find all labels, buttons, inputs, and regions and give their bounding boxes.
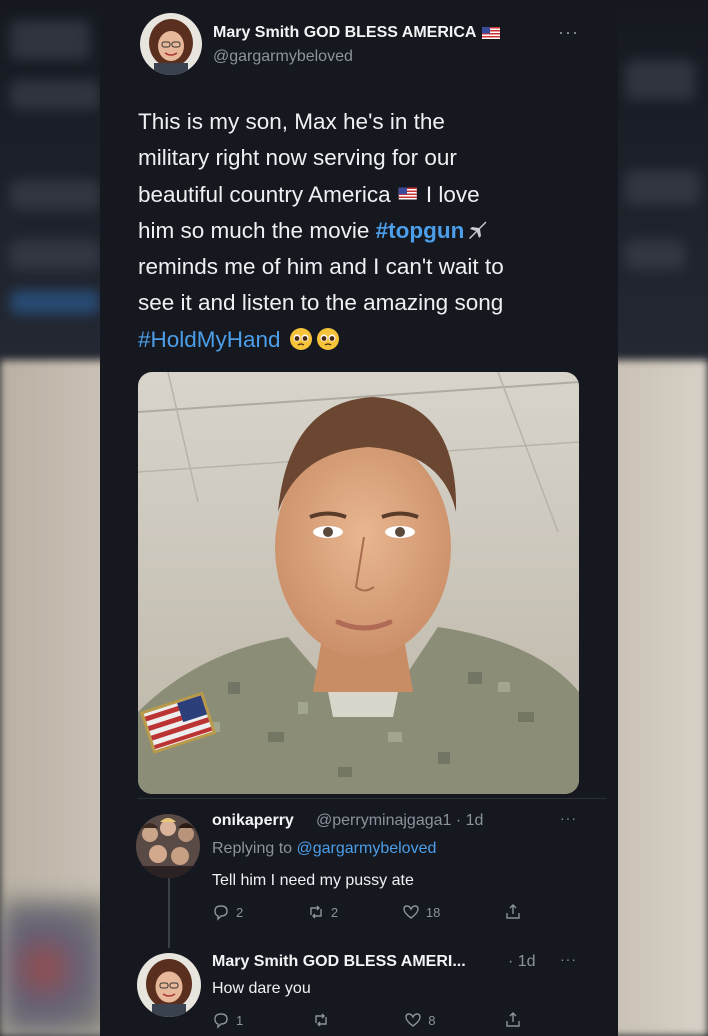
tweet-line-text: I love bbox=[419, 181, 480, 207]
tweet-line: see it and listen to the amazing song bbox=[138, 290, 504, 316]
like-button[interactable]: 18 bbox=[402, 903, 440, 921]
retweet-count: 2 bbox=[330, 904, 339, 920]
tweet-line: military right now serving for our bbox=[138, 145, 457, 171]
tweet-text: This is my son, Max he's in the military… bbox=[138, 104, 588, 358]
reply-button[interactable]: 2 bbox=[212, 903, 243, 921]
reply-count: 2 bbox=[236, 904, 244, 920]
reply-time[interactable]: · 1d bbox=[508, 953, 536, 971]
like-count: 18 bbox=[425, 904, 441, 920]
hashtag-link[interactable]: #HoldMyHand bbox=[138, 327, 281, 352]
tweet-line: #HoldMyHand bbox=[138, 322, 588, 358]
divider bbox=[138, 798, 606, 799]
display-name[interactable]: Mary Smith GOD BLESS AMERICA bbox=[213, 24, 501, 42]
heart-icon bbox=[405, 1013, 421, 1027]
hashtag-link[interactable]: #topgun bbox=[376, 218, 465, 243]
reply-button[interactable]: 1 bbox=[212, 1011, 243, 1029]
tweet-line: This is my son, Max he's in the bbox=[138, 109, 445, 134]
like-button[interactable]: 8 bbox=[404, 1011, 435, 1029]
reply-count: 1 bbox=[236, 1012, 244, 1028]
reply-icon bbox=[214, 1013, 228, 1029]
handle[interactable]: @gargarmybeloved bbox=[213, 48, 353, 66]
thread-line bbox=[168, 878, 170, 948]
reply-actions: 2 2 18 bbox=[212, 903, 522, 921]
reply-display-name[interactable]: Mary Smith GOD BLESS AMERI... bbox=[212, 953, 466, 971]
like-count: 8 bbox=[428, 1012, 436, 1028]
retweet-button[interactable]: 2 bbox=[307, 903, 338, 921]
tweet-line: him so much the movie #topgun bbox=[138, 213, 588, 249]
replying-prefix: Replying to bbox=[212, 840, 297, 857]
heart-icon bbox=[403, 905, 419, 919]
share-button[interactable] bbox=[504, 903, 522, 921]
reply-display-name[interactable]: onikaperry bbox=[212, 812, 294, 830]
pleading-face-icon bbox=[289, 327, 312, 350]
avatar[interactable] bbox=[136, 814, 200, 878]
us-flag-icon bbox=[398, 187, 417, 200]
replying-to: Replying to @gargarmybeloved bbox=[212, 840, 436, 858]
retweet-icon bbox=[315, 1013, 327, 1027]
reply-text: Tell him I need my pussy ate bbox=[212, 872, 414, 889]
retweet-icon bbox=[310, 905, 322, 919]
tweet-line: reminds me of him and I can't wait to bbox=[138, 254, 504, 280]
share-button[interactable] bbox=[504, 1011, 522, 1029]
share-icon bbox=[506, 1012, 520, 1027]
airplane-icon bbox=[469, 221, 487, 239]
more-options-icon[interactable]: ··· bbox=[560, 810, 577, 826]
more-options-icon[interactable]: ··· bbox=[558, 22, 579, 43]
reply-handle-time[interactable]: @perryminajgaga1 · 1d bbox=[316, 812, 483, 830]
replying-to-link[interactable]: @gargarmybeloved bbox=[297, 840, 437, 857]
us-flag-icon bbox=[482, 26, 501, 39]
avatar[interactable] bbox=[140, 13, 202, 75]
pleading-face-icon bbox=[316, 327, 339, 350]
reply-actions: 1 8 bbox=[212, 1011, 522, 1029]
tweet-line-text: him so much the movie bbox=[138, 217, 376, 243]
retweet-button[interactable] bbox=[312, 1011, 336, 1029]
tweet-line-text: beautiful country America bbox=[138, 181, 391, 207]
share-icon bbox=[506, 904, 520, 919]
tweet-image[interactable] bbox=[138, 372, 579, 794]
tweet-line: beautiful country America I love bbox=[138, 177, 588, 213]
reply-text: How dare you bbox=[212, 980, 311, 997]
more-options-icon[interactable]: ··· bbox=[560, 951, 577, 967]
avatar[interactable] bbox=[137, 953, 201, 1017]
display-name-text: Mary Smith GOD BLESS AMERICA bbox=[213, 24, 477, 41]
reply-icon bbox=[214, 905, 228, 921]
